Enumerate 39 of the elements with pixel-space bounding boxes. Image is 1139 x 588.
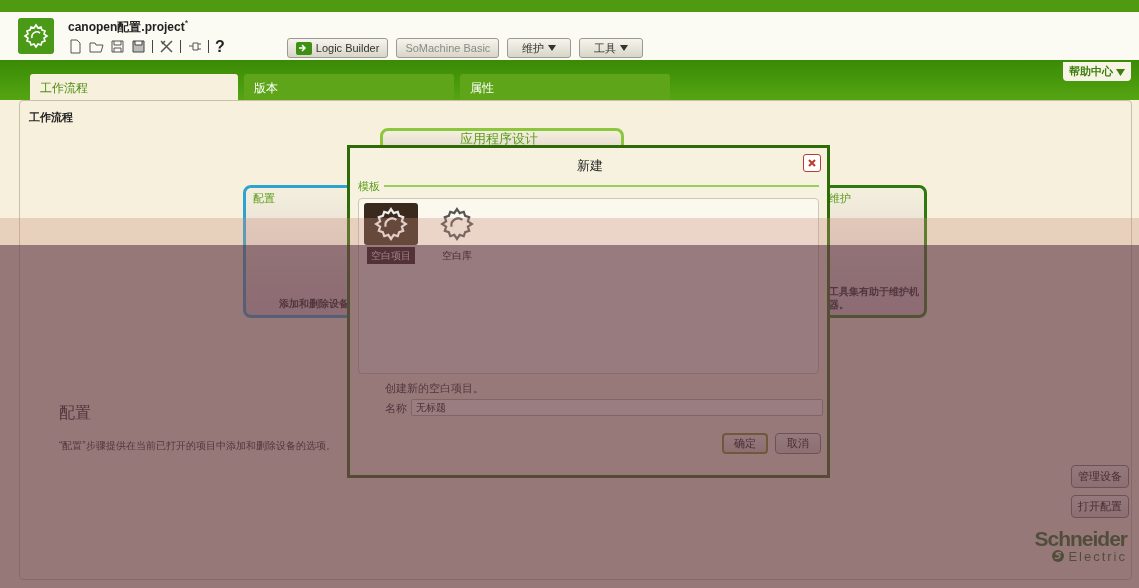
- tab[interactable]: 工作流程: [30, 74, 238, 100]
- company-logo: Schneider Electric: [1034, 528, 1127, 563]
- tab[interactable]: 属性: [460, 74, 670, 100]
- toolbar-button[interactable]: 维护: [507, 38, 572, 58]
- step-description: 工具集有助于维护机器。: [829, 285, 920, 311]
- step-label: 应用程序设计: [460, 130, 538, 148]
- toolbar-button[interactable]: 工具: [579, 38, 644, 58]
- dialog-button[interactable]: 确定: [722, 433, 768, 454]
- help-button[interactable]: ?: [215, 38, 225, 55]
- tools-icon[interactable]: [159, 39, 174, 54]
- tab[interactable]: 版本: [244, 74, 454, 100]
- save-all-icon[interactable]: [131, 39, 146, 54]
- step-label: 维护: [829, 191, 851, 206]
- toolbar-button[interactable]: Logic Builder: [286, 38, 389, 58]
- caret-icon: [1116, 68, 1125, 76]
- close-button[interactable]: [803, 154, 821, 172]
- template-item[interactable]: 空白库: [427, 201, 487, 266]
- section-label: 模板: [358, 179, 380, 194]
- name-field[interactable]: 无标题: [411, 399, 823, 416]
- step-label: 配置: [253, 191, 275, 206]
- action-button[interactable]: 管理设备: [1071, 465, 1129, 488]
- project-title: canopen配置.project$^{*}$: [68, 17, 190, 36]
- template-description: 创建新的空白项目。: [385, 381, 484, 396]
- gear-icon: [364, 203, 418, 245]
- dialog-button[interactable]: 取消: [775, 433, 821, 454]
- close-icon: [807, 158, 817, 168]
- panel-title: 工作流程: [29, 110, 73, 125]
- action-button[interactable]: 打开配置: [1071, 495, 1129, 518]
- gear-icon[interactable]: [18, 18, 54, 54]
- name-label: 名称: [385, 401, 407, 416]
- save-icon[interactable]: [110, 39, 125, 54]
- help-center-menu[interactable]: 帮助中心: [1062, 62, 1131, 81]
- step-title: 配置: [59, 403, 91, 423]
- dialog-title: 新建: [576, 157, 604, 175]
- step-description: 添加和删除设备: [279, 297, 350, 310]
- new-file-icon[interactable]: [68, 39, 83, 54]
- folder-icon[interactable]: [89, 39, 104, 54]
- plug-icon[interactable]: [187, 39, 202, 54]
- launch-icon: [295, 41, 312, 55]
